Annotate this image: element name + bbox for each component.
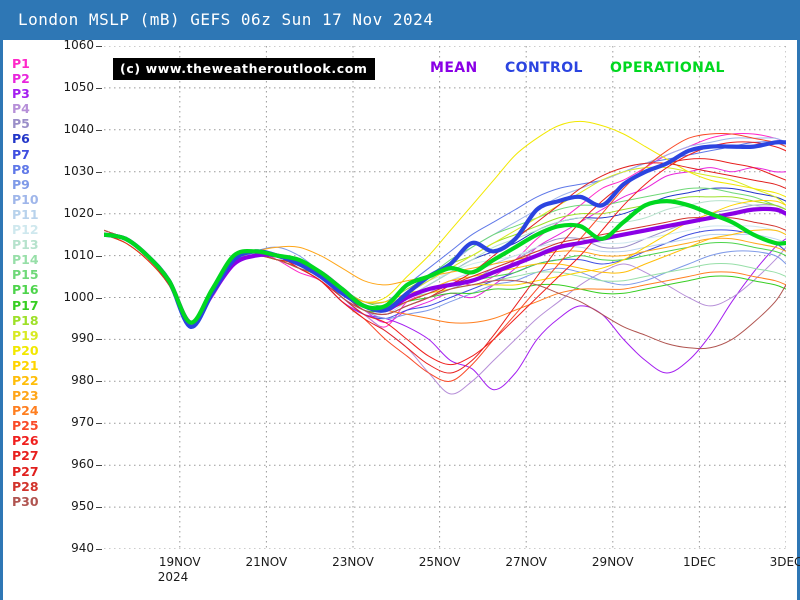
watermark: (c) www.theweatheroutlook.com xyxy=(113,58,375,80)
y-axis-tick xyxy=(96,298,102,299)
y-axis-tick xyxy=(96,465,102,466)
member-legend-item: P3 xyxy=(12,86,30,102)
member-legend-item: P21 xyxy=(12,357,39,373)
x-axis-label: 29NOV xyxy=(591,555,634,569)
series-line-member xyxy=(104,229,786,395)
member-legend-item: P14 xyxy=(12,252,39,268)
y-axis-tick xyxy=(96,381,102,382)
member-legend-item: P5 xyxy=(12,116,30,132)
series-line-member xyxy=(104,141,786,366)
series-line-member xyxy=(104,234,786,391)
member-legend-item: P18 xyxy=(12,312,39,328)
ensemble-spaghetti-plot xyxy=(104,46,786,549)
y-axis-label: 1060 xyxy=(63,38,94,52)
member-legend-item: P19 xyxy=(12,327,39,343)
member-legend-item: P16 xyxy=(12,282,39,298)
member-legend-item: P17 xyxy=(12,297,39,313)
member-legend-item: P15 xyxy=(12,267,39,283)
member-legend-item: P9 xyxy=(12,176,30,192)
x-axis-label: 3DEC xyxy=(769,555,800,569)
member-legend-item: P20 xyxy=(12,342,39,358)
y-axis-tick xyxy=(96,172,102,173)
y-axis-tick xyxy=(96,339,102,340)
series-line-member xyxy=(104,225,786,328)
x-axis-label: 1DEC xyxy=(682,555,716,569)
y-axis-tick xyxy=(96,549,102,550)
member-legend-item: P6 xyxy=(12,131,30,147)
x-axis-label: 23NOV xyxy=(332,555,374,569)
member-legend-item: P11 xyxy=(12,206,39,222)
member-legend-item: P27 xyxy=(12,448,39,464)
member-legend-item: P12 xyxy=(12,222,39,238)
legend-mean: MEAN xyxy=(430,60,478,76)
x-axis-label: 19NOV xyxy=(158,555,201,569)
y-axis-label: 940 xyxy=(71,541,94,555)
x-axis-label: 25NOV xyxy=(418,555,461,569)
x-axis-year-label: 2024 xyxy=(157,570,189,584)
member-legend: P1 P2 P3 P4 P5 P6 P7 P8 P9 P10 P11 P12 P13 P14 P15 P16 P… xyxy=(12,56,60,509)
member-legend-item: P2 xyxy=(12,71,30,87)
y-axis-tick xyxy=(96,423,102,424)
member-legend-item: P24 xyxy=(12,403,39,419)
member-legend-item: P27 xyxy=(12,463,39,479)
plot-area xyxy=(104,46,786,549)
member-legend-item: P1 xyxy=(12,56,30,71)
title-bar: London MSLP (mB) GEFS 06z Sun 17 Nov 202… xyxy=(0,0,800,40)
x-axis-label: 27NOV xyxy=(505,555,548,569)
legend-control: CONTROL xyxy=(505,60,583,76)
member-legend-item: P7 xyxy=(12,146,30,162)
series-line-member xyxy=(104,229,786,328)
y-axis-tick xyxy=(96,214,102,215)
member-legend-item: P28 xyxy=(12,478,39,494)
chart-page: London MSLP (mB) GEFS 06z Sun 17 Nov 202… xyxy=(0,0,800,600)
member-legend-item: P4 xyxy=(12,101,30,117)
member-legend-item: P30 xyxy=(12,493,39,509)
y-axis-tick xyxy=(96,507,102,508)
y-axis-tick xyxy=(96,130,102,131)
y-axis-tick xyxy=(96,46,102,47)
member-legend-item: P25 xyxy=(12,418,39,434)
member-legend-item: P26 xyxy=(12,433,39,449)
y-axis-tick xyxy=(96,88,102,89)
member-legend-item: P10 xyxy=(12,191,39,207)
legend-operational: OPERATIONAL xyxy=(610,60,725,76)
series-line-member xyxy=(104,229,786,328)
y-axis-tick xyxy=(96,256,102,257)
page-title: London MSLP (mB) GEFS 06z Sun 17 Nov 202… xyxy=(18,10,434,29)
member-legend-item: P8 xyxy=(12,161,30,177)
member-legend-item: P22 xyxy=(12,372,39,388)
member-legend-item: P23 xyxy=(12,388,39,404)
member-legend-item: P13 xyxy=(12,237,39,253)
x-axis-label: 21NOV xyxy=(245,555,288,569)
left-border xyxy=(0,40,3,600)
